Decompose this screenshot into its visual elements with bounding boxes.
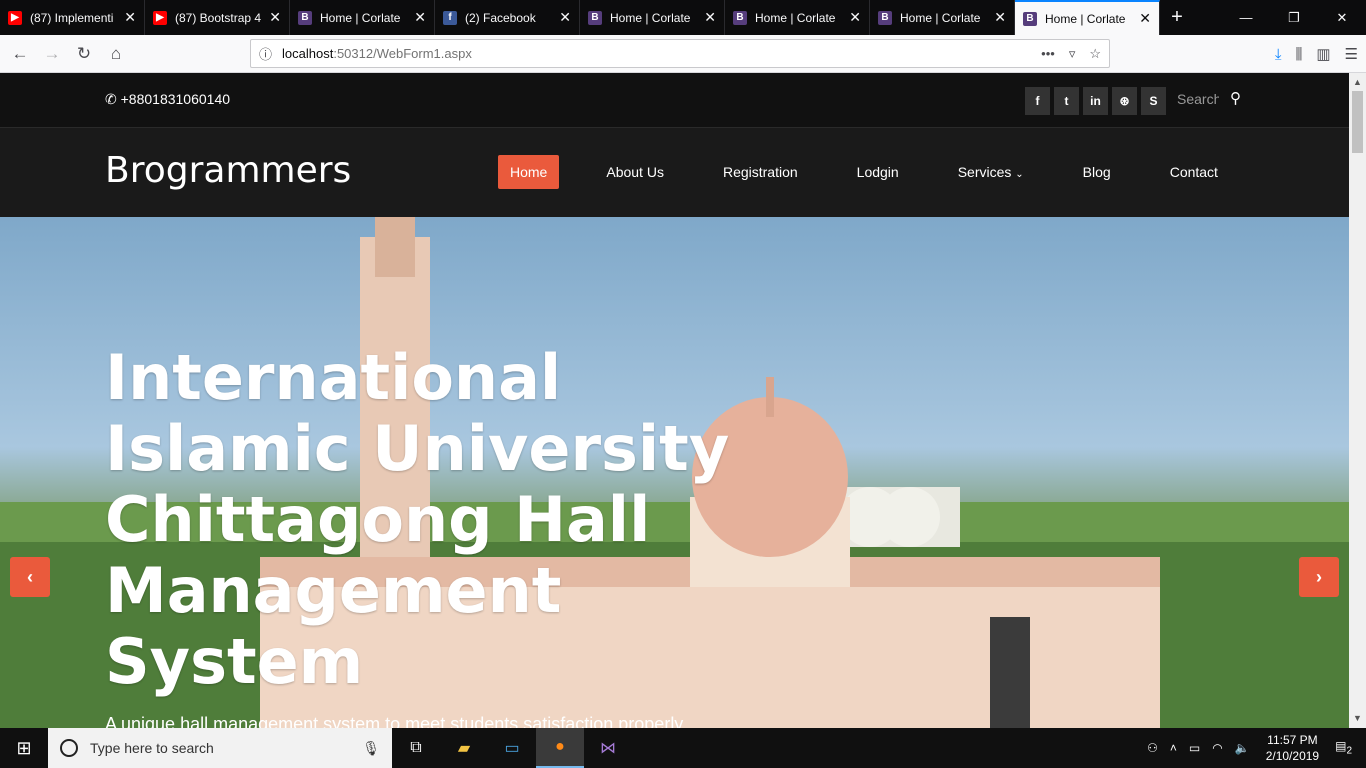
slider-prev-button[interactable]: ‹: [10, 557, 50, 597]
bootstrap-icon: B: [733, 10, 747, 25]
address-bar[interactable]: ⓘ localhost:50312/WebForm1.aspx ••• ▿ ☆: [250, 39, 1110, 68]
bootstrap-icon: B: [588, 10, 602, 25]
forward-button[interactable]: →: [36, 39, 68, 69]
main-nav: Brogrammers Home About Us Registration L…: [0, 128, 1349, 217]
toolbar-right: ⤓ ⫼ ▥ ☰: [1275, 39, 1358, 69]
chevron-right-icon: ›: [1316, 566, 1322, 587]
scroll-down-icon[interactable]: ▼: [1353, 713, 1362, 723]
library-icon[interactable]: ⫼: [1295, 46, 1302, 63]
pocket-icon[interactable]: ▿: [1069, 46, 1076, 62]
url-path: :50312/WebForm1.aspx: [333, 46, 472, 61]
downloads-icon[interactable]: ⤓: [1275, 46, 1282, 63]
nav-item-blog[interactable]: Blog: [1071, 155, 1123, 189]
close-icon[interactable]: ✕: [559, 9, 571, 26]
search-input[interactable]: Search: [1177, 91, 1219, 107]
chevron-down-icon: ⌄: [1015, 169, 1024, 180]
close-window-icon[interactable]: ✕: [1318, 0, 1366, 35]
firefox-icon[interactable]: ●: [536, 728, 584, 768]
microphone-icon[interactable]: 🎙: [362, 740, 380, 757]
cortana-icon: [60, 739, 78, 757]
nav-item-lodgin[interactable]: Lodgin: [845, 155, 911, 189]
hero-subheadline: A unique hall management system to meet …: [105, 714, 684, 728]
facebook-icon[interactable]: f: [1025, 87, 1050, 115]
url-host: localhost: [282, 46, 334, 61]
visual-studio-icon[interactable]: ⋈: [584, 728, 632, 768]
chevron-up-icon[interactable]: ˄: [1170, 741, 1177, 755]
page-actions-icon[interactable]: •••: [1041, 46, 1055, 62]
nav-item-home[interactable]: Home: [498, 155, 560, 189]
browser-tab[interactable]: ▶ (87) Bootstrap 4 ✕: [145, 0, 290, 35]
chevron-left-icon: ‹: [27, 566, 33, 587]
laptop-app-icon[interactable]: ▭: [488, 728, 536, 768]
reload-button[interactable]: ↻: [68, 39, 100, 69]
nav-menu: Home About Us Registration Lodgin Servic…: [498, 155, 1265, 189]
nav-item-services[interactable]: Services ⌄: [946, 155, 1036, 189]
skype-icon[interactable]: S: [1141, 87, 1166, 115]
browser-tab[interactable]: ▶ (87) Implementi ✕: [0, 0, 145, 35]
facebook-icon: f: [443, 10, 457, 25]
close-icon[interactable]: ✕: [994, 9, 1006, 26]
youtube-icon: ▶: [8, 10, 22, 25]
window-controls: — ❐ ✕: [1222, 0, 1366, 35]
youtube-icon: ▶: [153, 10, 167, 25]
scroll-thumb[interactable]: [1352, 91, 1363, 153]
bookmark-star-icon[interactable]: ☆: [1089, 46, 1101, 62]
battery-icon[interactable]: ▭: [1189, 741, 1200, 755]
task-view-icon[interactable]: ⧉: [392, 728, 440, 768]
hero-slider: International Islamic University Chittag…: [0, 217, 1349, 728]
info-icon[interactable]: ⓘ: [259, 44, 272, 63]
bootstrap-icon: B: [1023, 11, 1037, 26]
browser-tab[interactable]: B Home | Corlate ✕: [580, 0, 725, 35]
browser-tab-strip: ▶ (87) Implementi ✕ ▶ (87) Bootstrap 4 ✕ B Ho…: [0, 0, 1366, 35]
back-button[interactable]: ←: [4, 39, 36, 69]
twitter-icon[interactable]: t: [1054, 87, 1079, 115]
nav-item-contact[interactable]: Contact: [1158, 155, 1230, 189]
menu-icon[interactable]: ☰: [1345, 45, 1358, 63]
sidebar-icon[interactable]: ▥: [1316, 45, 1330, 63]
close-icon[interactable]: ✕: [124, 9, 136, 26]
volume-icon[interactable]: 🔈: [1235, 741, 1250, 755]
browser-tab-active[interactable]: B Home | Corlate ✕: [1015, 0, 1160, 35]
windows-start-icon[interactable]: ⊞: [0, 728, 48, 768]
web-page: ✆ +8801831060140 f t in ⊛ S Search ⚲ Bro…: [0, 73, 1349, 728]
nav-item-about[interactable]: About Us: [594, 155, 676, 189]
browser-tab[interactable]: f (2) Facebook ✕: [435, 0, 580, 35]
minimize-icon[interactable]: —: [1222, 0, 1270, 35]
restore-icon[interactable]: ❐: [1270, 0, 1318, 35]
dribbble-icon[interactable]: ⊛: [1112, 87, 1137, 115]
scroll-up-icon[interactable]: ▲: [1353, 77, 1362, 87]
close-icon[interactable]: ✕: [704, 9, 716, 26]
top-bar: ✆ +8801831060140 f t in ⊛ S Search ⚲: [0, 73, 1349, 128]
search-icon[interactable]: ⚲: [1230, 89, 1241, 107]
page-scrollbar[interactable]: ▲ ▼: [1349, 73, 1366, 728]
phone-icon: ✆: [105, 91, 121, 107]
new-tab-button[interactable]: +: [1160, 0, 1194, 35]
browser-tab[interactable]: B Home | Corlate ✕: [290, 0, 435, 35]
social-links: f t in ⊛ S: [1025, 87, 1166, 115]
nav-item-registration[interactable]: Registration: [711, 155, 810, 189]
site-brand[interactable]: Brogrammers: [105, 150, 351, 191]
phone-number: ✆ +8801831060140: [105, 91, 231, 107]
close-icon[interactable]: ✕: [269, 9, 281, 26]
hero-headline: International Islamic University Chittag…: [105, 341, 730, 698]
clock[interactable]: 11:57 PM 2/10/2019: [1266, 732, 1319, 764]
bootstrap-icon: B: [298, 10, 312, 25]
taskbar: ⊞ Type here to search 🎙 ⧉ ▰ ▭ ● ⋈ ⚇ ˄ ▭ …: [0, 728, 1366, 768]
system-tray: ⚇ ˄ ▭ ◠ 🔈 11:57 PM 2/10/2019 ▤2: [1141, 728, 1366, 768]
taskbar-search[interactable]: Type here to search 🎙: [48, 728, 392, 768]
browser-toolbar: ← → ↻ ⌂ ⓘ localhost:50312/WebForm1.aspx …: [0, 35, 1366, 73]
close-icon[interactable]: ✕: [849, 9, 861, 26]
browser-tab[interactable]: B Home | Corlate ✕: [725, 0, 870, 35]
notification-icon[interactable]: ▤2: [1335, 739, 1352, 756]
close-icon[interactable]: ✕: [414, 9, 426, 26]
browser-tab[interactable]: B Home | Corlate ✕: [870, 0, 1015, 35]
bootstrap-icon: B: [878, 10, 892, 25]
home-button[interactable]: ⌂: [100, 39, 132, 69]
people-icon[interactable]: ⚇: [1147, 741, 1158, 755]
wifi-icon[interactable]: ◠: [1212, 741, 1222, 755]
linkedin-icon[interactable]: in: [1083, 87, 1108, 115]
close-icon[interactable]: ✕: [1139, 10, 1151, 27]
slider-next-button[interactable]: ›: [1299, 557, 1339, 597]
file-explorer-icon[interactable]: ▰: [440, 728, 488, 768]
